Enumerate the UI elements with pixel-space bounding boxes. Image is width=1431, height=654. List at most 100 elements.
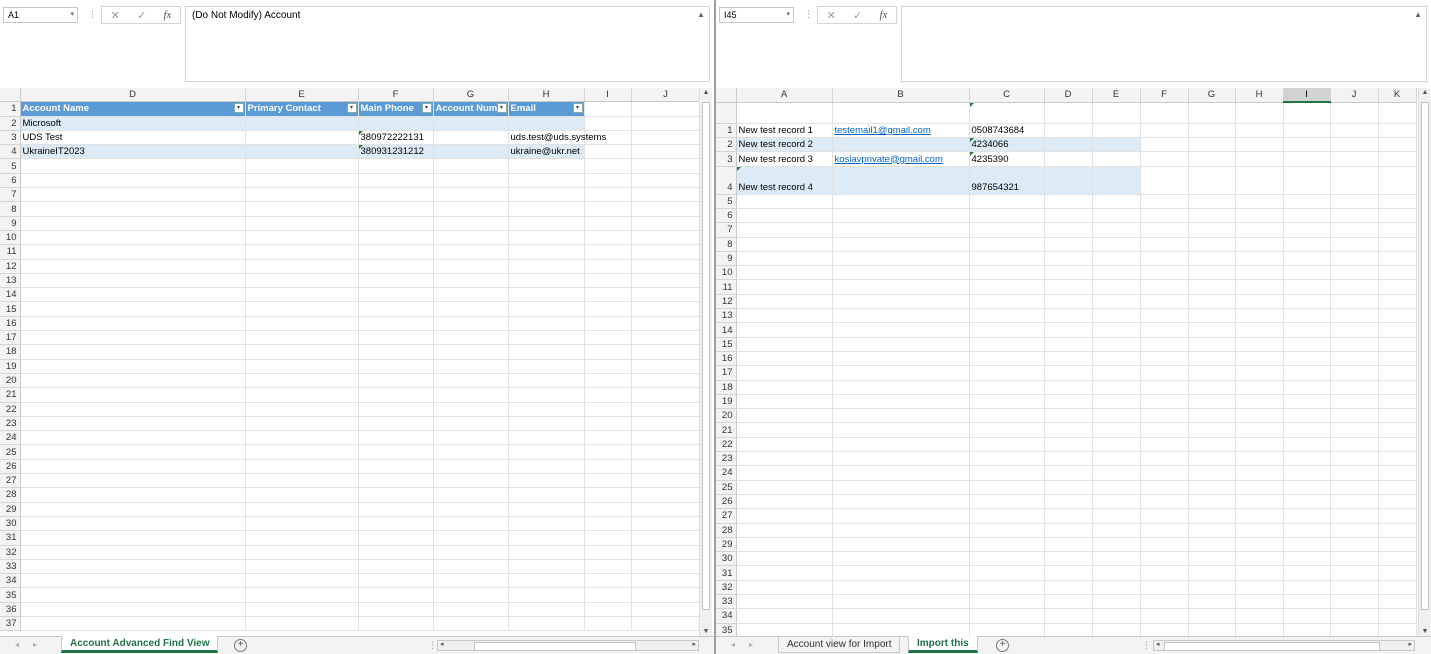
cell[interactable]: [1044, 537, 1093, 553]
horizontal-scrollbar[interactable]: ◂ ▸: [437, 640, 699, 651]
cell[interactable]: [1092, 237, 1141, 252]
cell[interactable]: [245, 344, 359, 360]
cell[interactable]: [832, 551, 970, 567]
row-header[interactable]: 14: [716, 322, 737, 338]
cell[interactable]: [433, 216, 509, 231]
cell[interactable]: [1330, 422, 1379, 438]
cell[interactable]: [832, 137, 970, 153]
row-header[interactable]: 18: [716, 380, 737, 395]
cell[interactable]: [433, 359, 509, 374]
cell[interactable]: [631, 116, 701, 131]
cell[interactable]: [1378, 465, 1417, 481]
cell[interactable]: [1092, 594, 1141, 610]
cell[interactable]: [1378, 380, 1417, 395]
cell[interactable]: [245, 430, 359, 446]
cell[interactable]: [1140, 565, 1189, 581]
cell[interactable]: [832, 480, 970, 495]
cell[interactable]: [358, 387, 434, 403]
cell[interactable]: [1044, 523, 1093, 538]
cell[interactable]: [1044, 580, 1093, 596]
cell[interactable]: [20, 216, 246, 231]
row-header[interactable]: 25: [0, 444, 21, 460]
cell[interactable]: [584, 616, 632, 632]
column-header[interactable]: F: [358, 88, 434, 103]
cell[interactable]: [20, 430, 246, 446]
cell[interactable]: [358, 158, 434, 174]
cell[interactable]: [1188, 123, 1236, 139]
cell[interactable]: [1092, 265, 1141, 281]
cell[interactable]: [433, 444, 509, 460]
cell[interactable]: [1235, 394, 1284, 410]
cell[interactable]: [1378, 102, 1417, 124]
cell[interactable]: [1283, 508, 1331, 524]
scroll-thumb[interactable]: [1164, 642, 1380, 651]
cell[interactable]: [1235, 508, 1284, 524]
cell[interactable]: [1330, 380, 1379, 395]
cell[interactable]: [969, 380, 1045, 395]
cell[interactable]: [433, 230, 509, 246]
chevron-down-icon[interactable]: ▾: [70, 10, 74, 18]
cell[interactable]: [1235, 151, 1284, 167]
cell[interactable]: [1283, 494, 1331, 510]
cell[interactable]: [631, 144, 701, 160]
cell[interactable]: [358, 545, 434, 560]
cell[interactable]: [358, 287, 434, 303]
cell[interactable]: [736, 523, 833, 538]
cell[interactable]: [1378, 480, 1417, 495]
cell[interactable]: [245, 587, 359, 603]
cell[interactable]: [1092, 365, 1141, 381]
row-header[interactable]: 8: [716, 237, 737, 252]
cell[interactable]: [1044, 102, 1093, 124]
cell[interactable]: [1235, 465, 1284, 481]
cell[interactable]: [1283, 251, 1331, 267]
cell[interactable]: [832, 437, 970, 453]
cell[interactable]: [1283, 365, 1331, 381]
cell[interactable]: [358, 573, 434, 589]
cell[interactable]: [1092, 294, 1141, 310]
row-header[interactable]: 17: [716, 365, 737, 381]
cell[interactable]: [584, 216, 632, 231]
cell[interactable]: [1378, 208, 1417, 224]
sheet-tab-account-advanced-find-view[interactable]: Account Advanced Find View: [61, 636, 219, 653]
cell[interactable]: [1235, 523, 1284, 538]
cell[interactable]: [1378, 123, 1417, 139]
cell[interactable]: [969, 580, 1045, 596]
cell[interactable]: [1283, 608, 1331, 624]
cell[interactable]: [245, 230, 359, 246]
cell[interactable]: [1235, 102, 1284, 124]
cell[interactable]: [1235, 551, 1284, 567]
row-header[interactable]: 21: [0, 387, 21, 403]
cell[interactable]: [1188, 565, 1236, 581]
cell[interactable]: [245, 216, 359, 231]
cell[interactable]: [20, 301, 246, 317]
cell[interactable]: testemail1@gmail.com: [832, 123, 970, 139]
cell[interactable]: ukraine@ukr.net: [508, 144, 585, 160]
row-header[interactable]: 36: [0, 602, 21, 617]
cell[interactable]: [969, 102, 1045, 124]
cell[interactable]: [832, 494, 970, 510]
cell[interactable]: [1330, 408, 1379, 424]
cell[interactable]: [969, 194, 1045, 209]
cell[interactable]: [433, 402, 509, 417]
cell[interactable]: [736, 537, 833, 553]
cell[interactable]: [1092, 508, 1141, 524]
cell[interactable]: [20, 259, 246, 274]
cell[interactable]: [508, 473, 585, 489]
row-header[interactable]: 3: [716, 151, 737, 167]
cell[interactable]: [433, 459, 509, 475]
row-header[interactable]: 34: [0, 573, 21, 589]
cell[interactable]: [1378, 137, 1417, 153]
formula-input[interactable]: (Do Not Modify) Account ▲: [185, 6, 710, 82]
cell[interactable]: [969, 279, 1045, 295]
row-header[interactable]: 35: [0, 587, 21, 603]
cell[interactable]: [1378, 222, 1417, 238]
cell[interactable]: [1235, 422, 1284, 438]
cell[interactable]: [1140, 237, 1189, 252]
cell[interactable]: [832, 580, 970, 596]
cell[interactable]: [832, 308, 970, 324]
cell[interactable]: [832, 365, 970, 381]
column-header[interactable]: B: [832, 88, 970, 103]
cell[interactable]: [1044, 137, 1093, 153]
cell[interactable]: [832, 208, 970, 224]
row-header[interactable]: 14: [0, 287, 21, 303]
